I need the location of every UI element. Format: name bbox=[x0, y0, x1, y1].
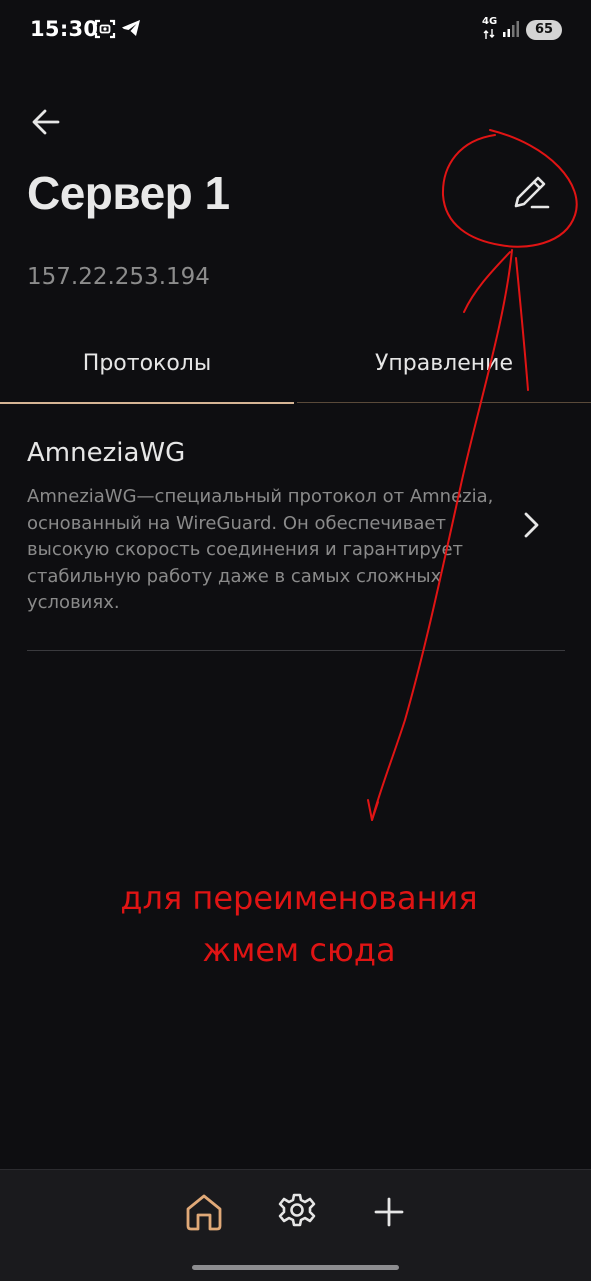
data-arrows-icon bbox=[483, 29, 495, 39]
protocol-list-item[interactable]: AmneziaWG AmneziaWG—специальный протокол… bbox=[27, 428, 565, 650]
chevron-right-icon bbox=[524, 512, 539, 538]
gear-icon bbox=[278, 1193, 316, 1227]
signal-icon bbox=[503, 21, 519, 37]
tab-protocols[interactable]: Протоколы bbox=[0, 330, 294, 404]
server-ip-address: 157.22.253.194 bbox=[27, 264, 210, 290]
home-icon bbox=[186, 1194, 222, 1231]
nav-home-button[interactable] bbox=[182, 1190, 226, 1234]
annotation-text: для переименования жмем сюда bbox=[0, 872, 591, 976]
protocol-title: AmneziaWG bbox=[27, 438, 186, 468]
protocol-description: AmneziaWG—специальный протокол от Amnezi… bbox=[27, 486, 494, 613]
annotation-line-1: для переименования bbox=[120, 879, 478, 917]
status-bar: 15:30 4G 65 bbox=[0, 0, 591, 60]
network-type: 4G bbox=[482, 16, 498, 27]
annotation-line-2: жмем сюда bbox=[202, 931, 396, 969]
screenshot-icon bbox=[94, 19, 116, 39]
back-button[interactable] bbox=[26, 102, 66, 142]
status-time: 15:30 bbox=[30, 17, 99, 41]
plus-icon bbox=[374, 1197, 404, 1227]
rename-button[interactable] bbox=[508, 172, 554, 218]
home-indicator[interactable] bbox=[192, 1265, 399, 1270]
battery-level: 65 bbox=[534, 22, 554, 37]
telegram-icon bbox=[122, 20, 140, 36]
nav-add-button[interactable] bbox=[367, 1190, 411, 1234]
pencil-icon bbox=[514, 176, 550, 209]
annotation-arrow-head bbox=[367, 799, 379, 821]
tab-bar: Протоколы Управление bbox=[0, 330, 591, 405]
tab-management[interactable]: Управление bbox=[297, 330, 591, 403]
page-title: Сервер 1 bbox=[27, 167, 230, 219]
list-divider bbox=[27, 650, 565, 651]
arrow-left-icon bbox=[32, 109, 60, 135]
nav-settings-button[interactable] bbox=[275, 1190, 319, 1234]
battery-indicator: 65 bbox=[526, 20, 562, 40]
network-indicator: 4G bbox=[482, 17, 497, 27]
app-screen: 15:30 4G 65 Сервер 1 157.22.253.194 Прот… bbox=[0, 0, 591, 1281]
annotation-side-stroke bbox=[463, 251, 511, 313]
